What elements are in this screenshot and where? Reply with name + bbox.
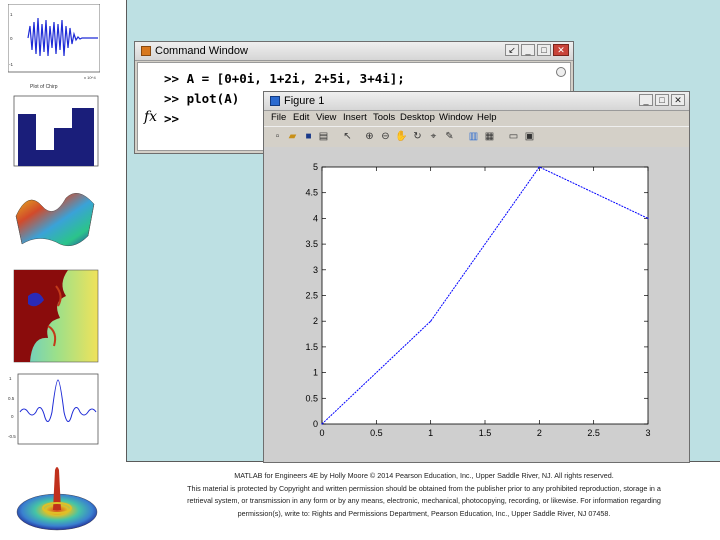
new-figure-icon[interactable]: ▫: [271, 130, 284, 143]
figure-menubar: File Edit View Insert Tools Desktop Wind…: [264, 110, 689, 126]
caption-line-1: MATLAB for Engineers 4E by Holly Moore ©…: [234, 471, 614, 480]
y-tick-label: 1.5: [305, 342, 318, 352]
figure-titlebar[interactable]: Figure 1 _ □ ✕: [264, 92, 689, 111]
x-tick-label: 1.5: [479, 428, 492, 438]
x-tick-label: 2: [537, 428, 542, 438]
y-tick-label: 2: [313, 316, 318, 326]
data-point: [647, 217, 649, 219]
menu-view[interactable]: View: [316, 112, 336, 123]
maximize-button[interactable]: □: [537, 44, 551, 56]
figure-close-button[interactable]: ✕: [671, 94, 685, 106]
thumb-mandelbrot: [13, 269, 99, 363]
svg-text:-0.5: -0.5: [8, 434, 16, 439]
print-icon[interactable]: ▤: [317, 130, 330, 143]
function-browser-icon[interactable]: fx: [144, 109, 157, 125]
command-window-title: Command Window: [155, 45, 248, 57]
zoom-out-icon[interactable]: ⊖: [379, 130, 392, 143]
thumbnail-sidebar: 1 0 -1 x 10^4 Plot of Chirp 1 0.5 0 -0.5: [0, 0, 126, 540]
y-tick-label: 3.5: [305, 239, 318, 249]
hide-tools-icon[interactable]: ▭: [507, 130, 520, 143]
figure-toolbar: ▫ ▰ ■ ▤ ↖ ⊕ ⊖ ✋ ↻ ⌖ ✎ ▥ ▦ ▭ ▣: [264, 126, 689, 148]
thumb-sinc-plot: 1 0.5 0 -0.5: [8, 373, 99, 445]
line-plot: 0 0.5 1 1.5 2 2.5 3 0 0.5 1 1.5 2 2.5 3 3.5 4 4.5 5: [305, 162, 650, 438]
thumb-chirp-label: Plot of Chirp: [30, 84, 58, 90]
svg-text:1: 1: [9, 376, 12, 381]
data-point: [538, 166, 540, 168]
y-tick-label: 0.5: [305, 393, 318, 403]
menu-edit[interactable]: Edit: [293, 112, 309, 123]
scroll-indicator-icon: [556, 67, 566, 77]
thumb-chirp-signal: 1 0 -1 x 10^4: [8, 4, 100, 80]
open-file-icon[interactable]: ▰: [286, 130, 299, 143]
copyright-caption: MATLAB for Engineers 4E by Holly Moore ©…: [128, 470, 720, 520]
menu-file[interactable]: File: [271, 112, 286, 123]
y-tick-label: 3: [313, 265, 318, 275]
figure-title: Figure 1: [284, 95, 325, 107]
command-prompt[interactable]: >>: [164, 111, 179, 126]
menu-desktop[interactable]: Desktop: [400, 112, 435, 123]
plot-area: [321, 166, 649, 425]
menu-help[interactable]: Help: [477, 112, 497, 123]
menu-insert[interactable]: Insert: [343, 112, 367, 123]
command-line-1: >> A = [0+0i, 1+2i, 2+5i, 3+4i];: [164, 71, 405, 86]
matlab-icon: [141, 46, 151, 56]
y-tick-label: 5: [313, 162, 318, 172]
command-window-titlebar[interactable]: Command Window ↙ _ □ ✕: [135, 42, 573, 61]
data-cursor-icon[interactable]: ⌖: [427, 130, 440, 143]
y-tick-label: 2.5: [305, 291, 318, 301]
minimize-button[interactable]: _: [521, 44, 535, 56]
caption-line-2: This material is protected by Copyright …: [187, 483, 661, 493]
arrow-icon[interactable]: ↖: [341, 130, 354, 143]
colorbar-icon[interactable]: ▥: [467, 130, 480, 143]
figure-window[interactable]: Figure 1 _ □ ✕ File Edit View Insert Too…: [263, 91, 690, 463]
thumb-chirp-scale: x 10^4: [84, 75, 96, 80]
command-line-2: >> plot(A): [164, 91, 240, 106]
menu-tools[interactable]: Tools: [373, 112, 395, 123]
data-point: [321, 423, 323, 425]
x-tick-label: 0.5: [370, 428, 383, 438]
thumb-surface-plot: [15, 193, 95, 247]
figure-maximize-button[interactable]: □: [655, 94, 669, 106]
unlock-icon[interactable]: ↙: [505, 44, 519, 56]
figure-icon: [270, 96, 280, 106]
brush-icon[interactable]: ✎: [443, 130, 456, 143]
pan-icon[interactable]: ✋: [395, 130, 408, 143]
figure-minimize-button[interactable]: _: [639, 94, 653, 106]
show-tools-icon[interactable]: ▣: [523, 130, 536, 143]
thumb-3d-peak: [16, 467, 98, 531]
x-tick-label: 3: [645, 428, 650, 438]
legend-icon[interactable]: ▦: [483, 130, 496, 143]
y-tick-label: 4: [313, 213, 318, 223]
menu-window[interactable]: Window: [439, 112, 473, 123]
svg-text:0: 0: [11, 414, 14, 419]
y-tick-label: 4.5: [305, 188, 318, 198]
svg-text:0.5: 0.5: [8, 396, 15, 401]
y-tick-label: 1: [313, 368, 318, 378]
x-tick-label: 0: [319, 428, 324, 438]
x-tick-label: 2.5: [587, 428, 600, 438]
rotate-icon[interactable]: ↻: [411, 130, 424, 143]
data-point: [430, 320, 432, 322]
caption-line-4: permission(s), write to: Rights and Perm…: [237, 508, 611, 518]
close-button[interactable]: ✕: [553, 44, 569, 56]
y-tick-label: 0: [313, 419, 318, 429]
svg-text:-1: -1: [9, 62, 13, 67]
figure-canvas: 0 0.5 1 1.5 2 2.5 3 0 0.5 1 1.5 2 2.5 3 3.5 4 4.5 5: [264, 147, 689, 462]
caption-line-3: retrieval system, or transmission in any…: [187, 496, 661, 505]
x-tick-label: 1: [428, 428, 433, 438]
thumb-bar-chart: [13, 95, 99, 167]
save-icon[interactable]: ■: [302, 130, 315, 143]
zoom-in-icon[interactable]: ⊕: [363, 130, 376, 143]
